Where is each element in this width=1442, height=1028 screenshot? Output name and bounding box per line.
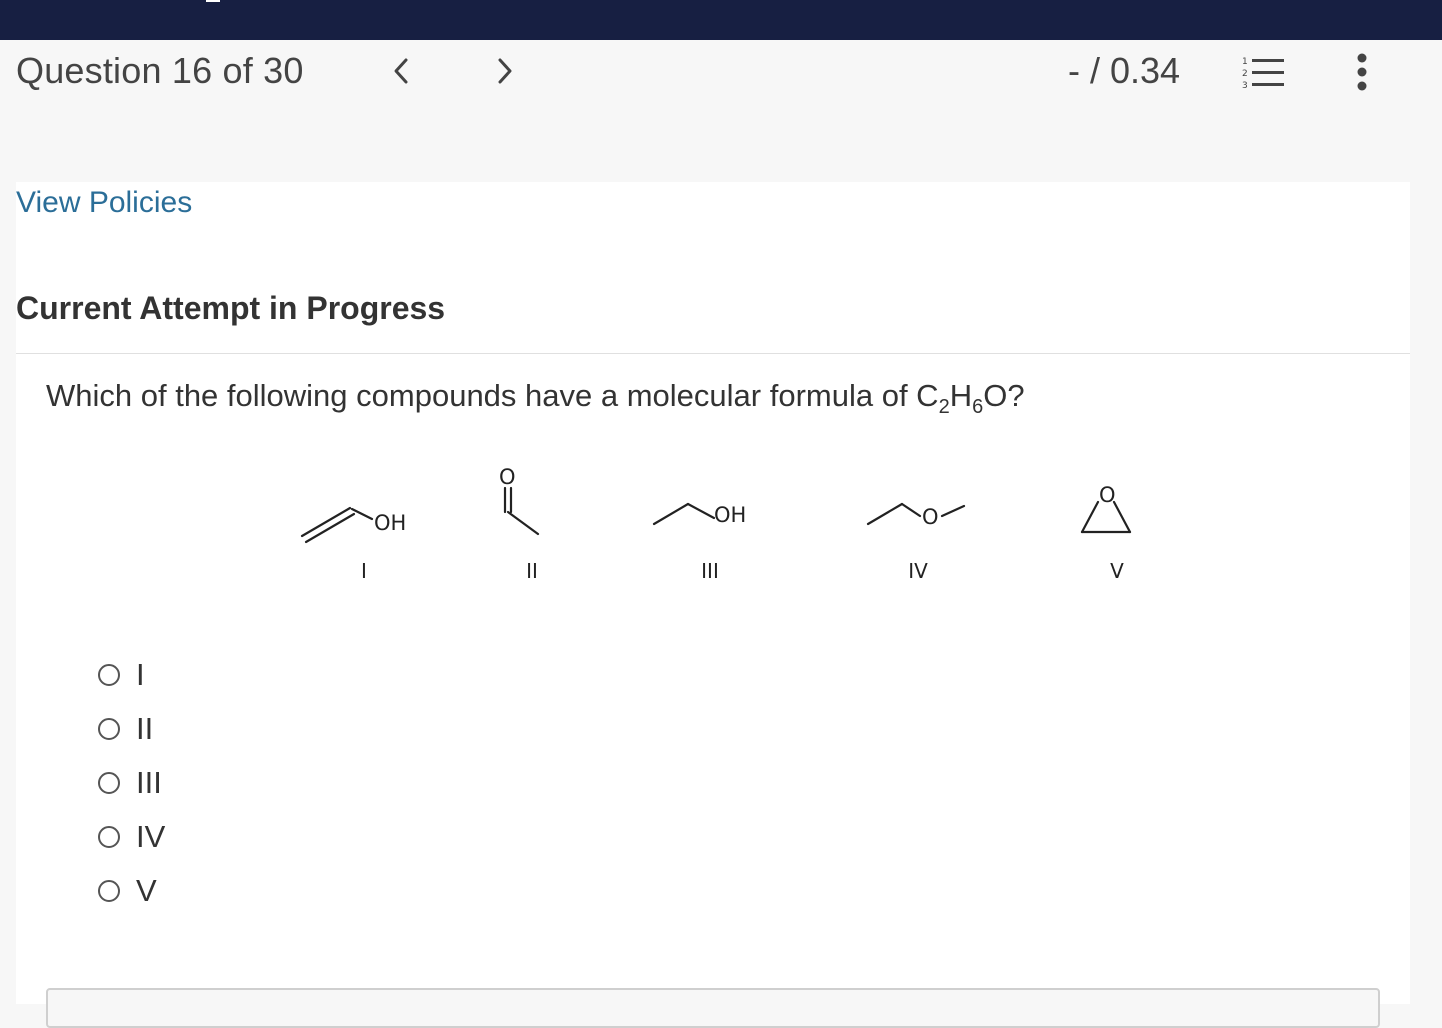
question-card: View Policies Current Attempt in Progres… bbox=[16, 182, 1410, 1028]
choice-ii[interactable]: II bbox=[98, 702, 165, 756]
svg-text:3: 3 bbox=[1242, 81, 1248, 91]
svg-text:1: 1 bbox=[1242, 57, 1248, 67]
prompt-subscript-carbon: 2 bbox=[938, 396, 950, 419]
structure-1 bbox=[300, 506, 374, 544]
choice-label: V bbox=[136, 873, 157, 908]
question-counter: Question 16 of 30 bbox=[16, 50, 304, 91]
choice-iii[interactable]: III bbox=[98, 756, 165, 810]
top-bar-indicator bbox=[206, 0, 220, 2]
radio-button[interactable] bbox=[98, 880, 120, 902]
structures-figure: OH O OH O O I II III IV V bbox=[300, 465, 1132, 583]
choice-label: III bbox=[136, 765, 162, 800]
structure-3-label: III bbox=[701, 559, 719, 583]
more-options-button[interactable] bbox=[1352, 52, 1372, 97]
question-score: - / 0.34 bbox=[1068, 50, 1181, 91]
choice-i[interactable]: I bbox=[98, 648, 165, 702]
previous-question-button[interactable] bbox=[384, 54, 418, 88]
prompt-text-start: Which of the following compounds have a … bbox=[46, 378, 939, 413]
structure-4-atom: O bbox=[922, 505, 939, 529]
prompt-text-end: O? bbox=[983, 378, 1025, 413]
question-list-button[interactable]: 1 2 3 bbox=[1240, 52, 1286, 97]
choice-v[interactable]: V bbox=[98, 864, 165, 918]
radio-button[interactable] bbox=[98, 772, 120, 794]
prompt-text-mid: H bbox=[949, 378, 973, 413]
structure-1-atom: OH bbox=[374, 511, 406, 535]
question-prompt: Which of the following compounds have a … bbox=[46, 378, 1025, 419]
structure-2-label: II bbox=[526, 559, 538, 583]
more-vertical-icon bbox=[1357, 53, 1367, 91]
structure-5-atom: O bbox=[1099, 483, 1116, 507]
structure-2 bbox=[503, 486, 540, 536]
structure-1-label: I bbox=[361, 559, 367, 583]
structure-5-label: V bbox=[1110, 559, 1124, 583]
radio-button[interactable] bbox=[98, 664, 120, 686]
radio-button[interactable] bbox=[98, 718, 120, 740]
numbered-list-icon: 1 2 3 bbox=[1242, 57, 1284, 91]
view-policies-link[interactable]: View Policies bbox=[16, 186, 192, 220]
structure-3-atom: OH bbox=[714, 503, 746, 527]
prompt-subscript-hydrogen: 6 bbox=[972, 396, 984, 419]
chevron-right-icon bbox=[498, 58, 512, 84]
next-question-button[interactable] bbox=[488, 54, 522, 88]
chevron-left-icon bbox=[394, 58, 408, 84]
choice-label: II bbox=[136, 711, 154, 746]
structure-3 bbox=[652, 502, 716, 526]
choice-label: IV bbox=[136, 819, 166, 854]
top-bar bbox=[0, 0, 1442, 40]
structure-2-atom: O bbox=[499, 465, 516, 489]
structure-4-label: IV bbox=[908, 559, 928, 583]
choice-iv[interactable]: IV bbox=[98, 810, 165, 864]
answer-choices: I II III IV V bbox=[98, 648, 165, 918]
choice-label: I bbox=[136, 657, 145, 692]
radio-button[interactable] bbox=[98, 826, 120, 848]
svg-text:2: 2 bbox=[1242, 69, 1248, 79]
attempt-heading: Current Attempt in Progress bbox=[16, 290, 446, 326]
answer-feedback-box bbox=[46, 988, 1380, 1028]
section-divider bbox=[16, 353, 1410, 354]
structure-4 bbox=[866, 502, 966, 526]
